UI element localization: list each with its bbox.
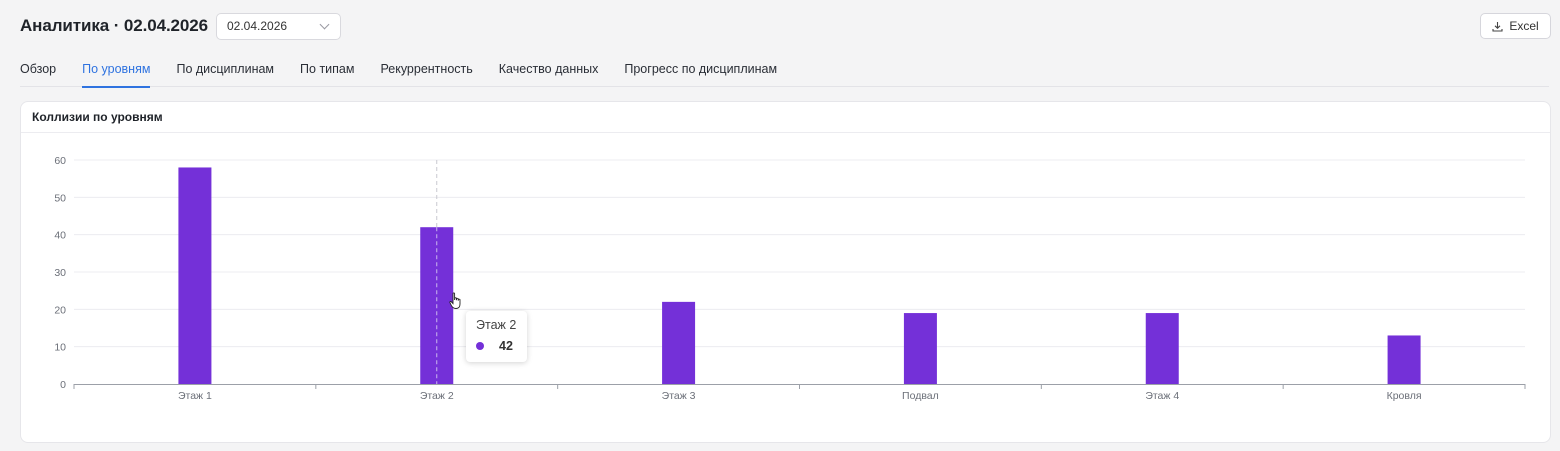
tab-bar: Обзор По уровням По дисциплинам По типам… — [20, 61, 1549, 88]
card-title: Коллизии по уровням — [21, 102, 1550, 133]
bar-4 — [903, 313, 937, 384]
bar-5 — [1145, 313, 1179, 384]
x-tick-label: Этаж 1 — [178, 390, 212, 402]
date-select-value: 02.04.2026 — [226, 19, 288, 33]
tooltip-series-dot — [476, 342, 484, 350]
download-icon — [1492, 21, 1503, 32]
bar-1 — [178, 167, 212, 384]
x-tick-label: Этаж 2 — [420, 390, 454, 402]
tooltip-title: Этаж 2 — [476, 318, 517, 332]
x-tick-label: Этаж 3 — [662, 390, 696, 402]
tooltip-value: 42 — [499, 339, 513, 353]
y-tick-label: 60 — [54, 155, 66, 167]
tab-data-quality[interactable]: Качество данных — [499, 61, 599, 87]
header: Аналитика · 02.04.2026 02.04.2026 Excel — [20, 12, 1551, 40]
tab-overview[interactable]: Обзор — [20, 61, 56, 87]
y-tick-label: 40 — [54, 230, 66, 242]
excel-export-button[interactable]: Excel — [1480, 13, 1551, 39]
page-title: Аналитика · 02.04.2026 — [20, 16, 208, 35]
x-tick-label: Подвал — [902, 390, 939, 402]
chevron-down-icon — [319, 19, 330, 29]
tab-disciplines[interactable]: По дисциплинам — [176, 61, 274, 87]
bar-6 — [1387, 335, 1421, 384]
levels-chart-card: Коллизии по уровням 0 10 20 30 40 50 60 Этаж 1 Э… — [20, 101, 1551, 443]
bar-chart: 0 10 20 30 40 50 60 Этаж 1 Этаж 2 Этаж 3 Подвал Эта… — [54, 155, 1526, 402]
tab-discipline-progress[interactable]: Прогресс по дисциплинам — [624, 61, 777, 87]
x-tick-label: Кровля — [1387, 390, 1422, 402]
chart-tooltip: Этаж 2 42 — [466, 311, 527, 362]
x-tick-label: Этаж 4 — [1145, 390, 1179, 402]
y-tick-label: 0 — [60, 379, 66, 391]
y-tick-label: 30 — [54, 267, 66, 279]
y-tick-label: 50 — [54, 192, 66, 204]
tab-levels[interactable]: По уровням — [82, 61, 151, 88]
hand-cursor-icon — [449, 292, 461, 309]
tab-types[interactable]: По типам — [300, 61, 354, 87]
excel-export-label: Excel — [1509, 19, 1539, 33]
y-tick-label: 20 — [54, 304, 66, 316]
date-select[interactable]: 02.04.2026 — [215, 12, 341, 40]
y-tick-label: 10 — [54, 342, 66, 354]
tab-recurrence[interactable]: Рекуррентность — [380, 61, 472, 87]
bar-3 — [662, 301, 696, 384]
